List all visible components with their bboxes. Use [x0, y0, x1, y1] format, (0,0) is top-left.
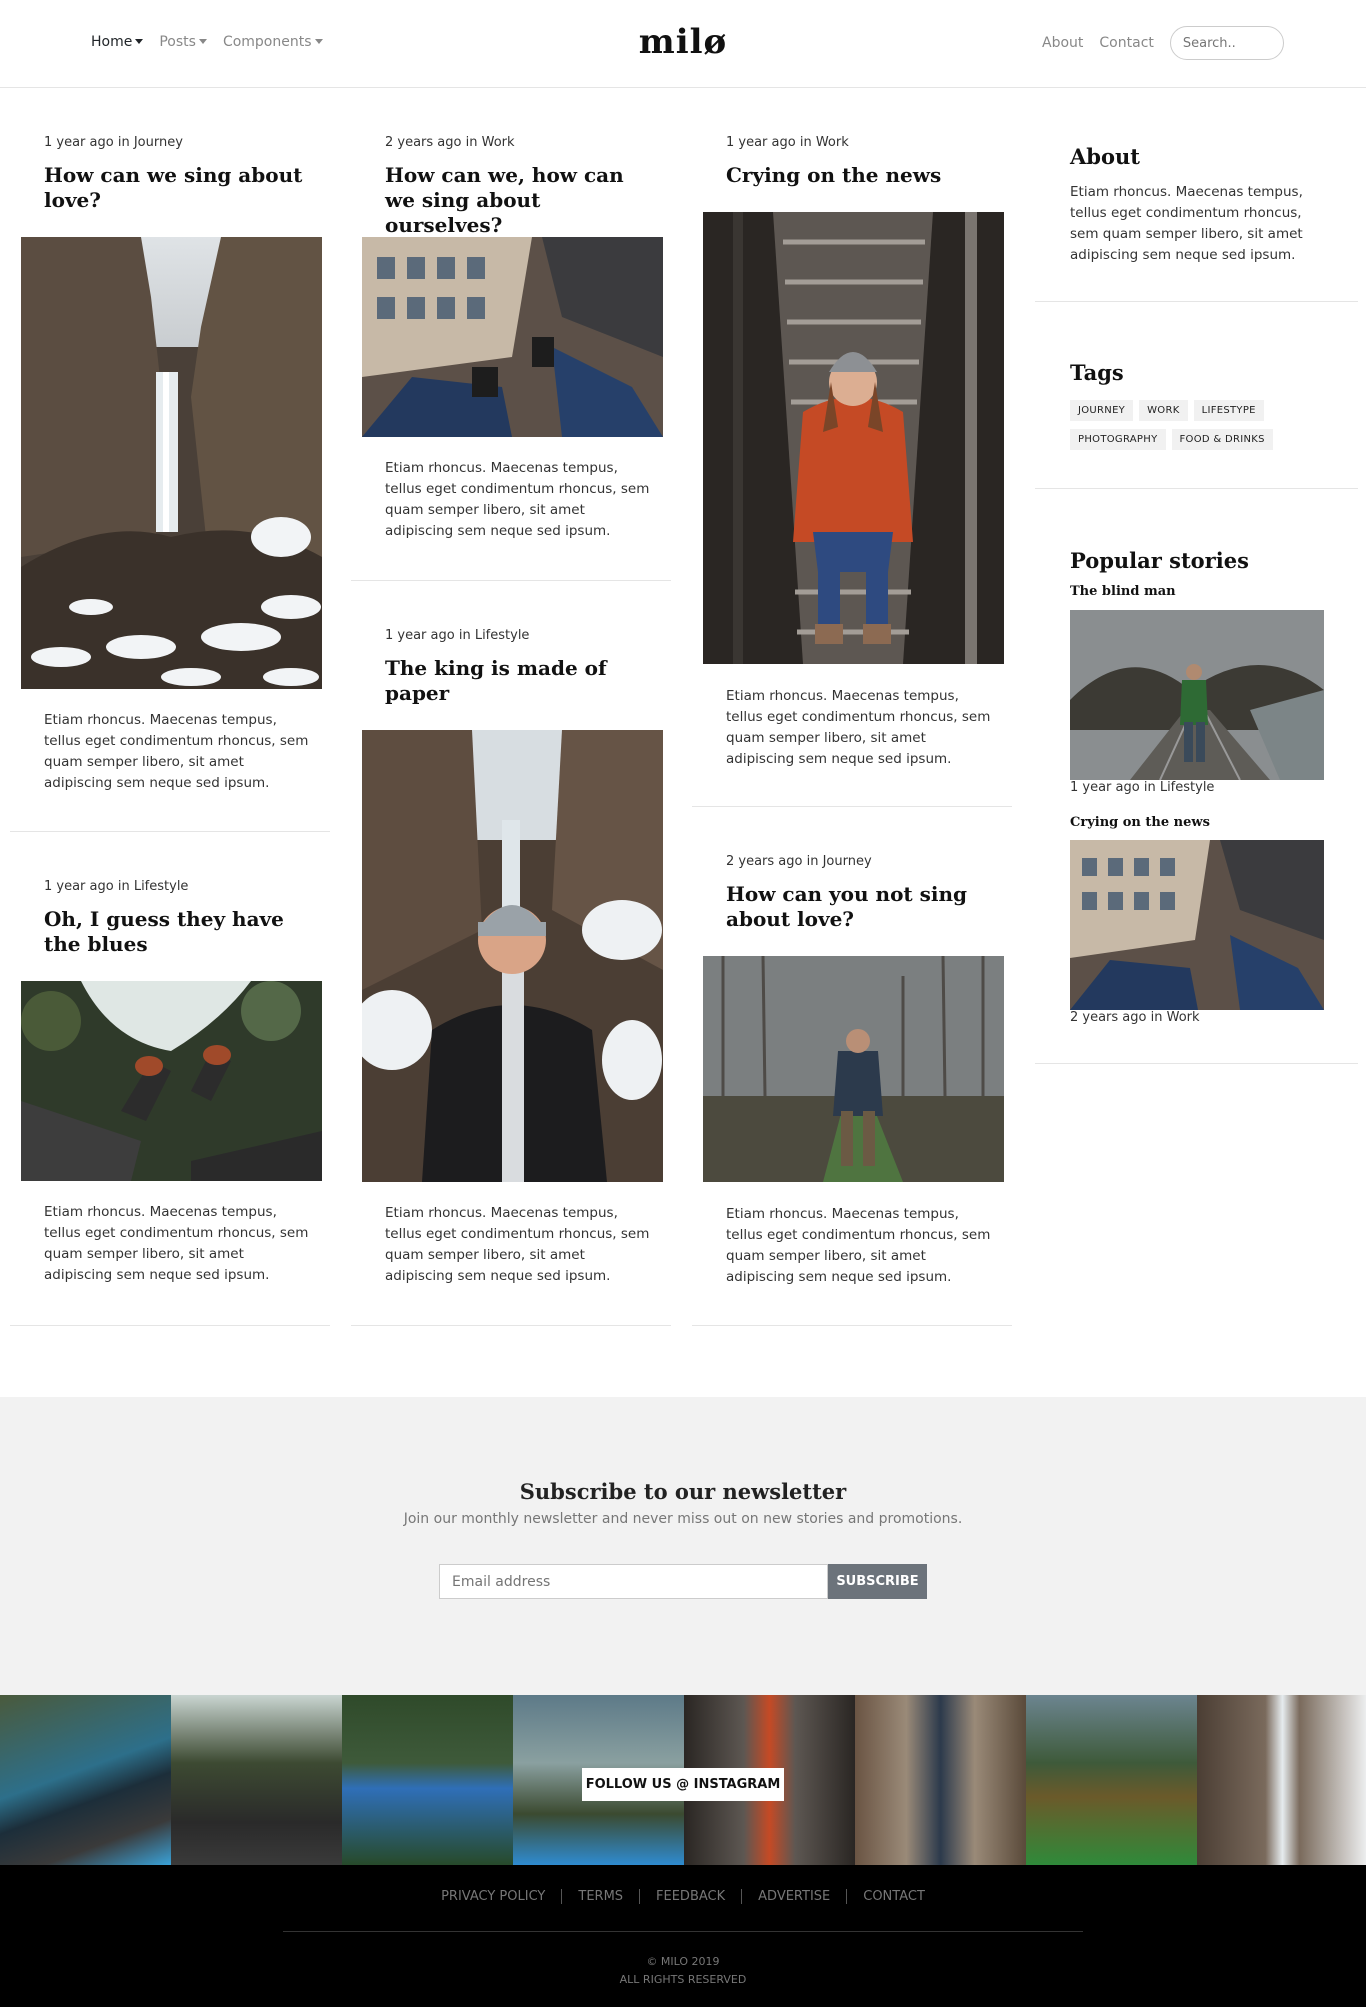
tag-lifestyle[interactable]: LIFESTYPE [1193, 400, 1264, 421]
footer: PRIVACY POLICY TERMS FEEDBACK ADVERTISE … [0, 1865, 1366, 2007]
email-input[interactable] [439, 1564, 828, 1599]
instagram-photo[interactable] [1197, 1695, 1366, 1865]
post-meta: 1 year ago in Journey [44, 135, 183, 150]
instagram-photo[interactable] [171, 1695, 342, 1865]
post-image-girl-stairs[interactable] [703, 212, 1004, 664]
post-meta: 2 years ago in Work [385, 135, 515, 150]
post-card[interactable]: 1 year ago in Work Crying on the news Et… [692, 88, 1012, 807]
footer-divider [283, 1931, 1083, 1932]
popular-story-image-railway[interactable] [1070, 610, 1324, 780]
footer-link-terms[interactable]: TERMS [562, 1889, 641, 1904]
newsletter-subtitle: Join our monthly newsletter and never mi… [403, 1511, 963, 1527]
post-excerpt: Etiam rhoncus. Maecenas tempus, tellus e… [726, 1206, 991, 1285]
post-image-legs-building[interactable] [362, 237, 663, 437]
popular-story-meta: 2 years ago in Work [1070, 1010, 1200, 1025]
footer-copyright: © MILO 2019 [646, 1955, 720, 1968]
nav-right: About Contact [1042, 26, 1284, 60]
popular-heading: Popular stories [1070, 548, 1249, 573]
instagram-photo[interactable] [855, 1695, 1026, 1865]
post-excerpt: Etiam rhoncus. Maecenas tempus, tellus e… [385, 1205, 650, 1284]
top-navbar: Home Posts Components milø About Contact [0, 0, 1366, 88]
tag-food-drinks[interactable]: FOOD & DRINKS [1171, 429, 1273, 450]
post-card[interactable]: 1 year ago in Lifestyle Oh, I guess they… [10, 832, 330, 1326]
post-title[interactable]: Oh, I guess they have the blues [44, 907, 314, 957]
post-card[interactable]: 1 year ago in Lifestyle The king is made… [351, 581, 671, 1326]
divider [1035, 1063, 1358, 1064]
tag-list: JOURNEY WORK LIFESTYPE PHOTOGRAPHY FOOD & D… [1070, 398, 1300, 456]
tag-photography[interactable]: PHOTOGRAPHY [1070, 429, 1166, 450]
post-title[interactable]: How can we, how can we sing about oursel… [385, 163, 655, 238]
post-title[interactable]: How can we sing about love? [44, 163, 314, 213]
popular-story-title[interactable]: Crying on the news [1070, 815, 1210, 830]
subscribe-button[interactable]: SUBSCRIBE [828, 1564, 927, 1599]
post-card[interactable]: 2 years ago in Journey How can you not s… [692, 807, 1012, 1326]
post-image-waterfall[interactable] [21, 237, 322, 689]
post-card[interactable]: 1 year ago in Journey How can we sing ab… [10, 88, 330, 832]
post-excerpt: Etiam rhoncus. Maecenas tempus, tellus e… [385, 460, 650, 539]
popular-story-image-legs-building[interactable] [1070, 840, 1324, 1010]
about-text: Etiam rhoncus. Maecenas tempus, tellus e… [1070, 184, 1303, 263]
footer-link-privacy[interactable]: PRIVACY POLICY [425, 1889, 563, 1904]
footer-links: PRIVACY POLICY TERMS FEEDBACK ADVERTISE … [0, 1889, 1366, 1904]
footer-rights: ALL RIGHTS RESERVED [619, 1973, 747, 1986]
post-meta: 1 year ago in Lifestyle [44, 879, 189, 894]
nav-about[interactable]: About [1042, 35, 1083, 51]
divider [1035, 488, 1358, 489]
popular-story-meta: 1 year ago in Lifestyle [1070, 780, 1215, 795]
follow-instagram-button[interactable]: FOLLOW US @ INSTAGRAM [582, 1768, 784, 1801]
post-title[interactable]: How can you not sing about love? [726, 882, 996, 932]
post-excerpt: Etiam rhoncus. Maecenas tempus, tellus e… [44, 1204, 309, 1283]
footer-link-advertise[interactable]: ADVERTISE [742, 1889, 848, 1904]
tag-journey[interactable]: JOURNEY [1070, 400, 1134, 421]
newsletter-section: Subscribe to our newsletter Join our mon… [0, 1397, 1366, 1695]
newsletter-title: Subscribe to our newsletter [519, 1479, 847, 1504]
instagram-photo[interactable] [342, 1695, 513, 1865]
post-image-feet-river[interactable] [21, 981, 322, 1181]
footer-link-contact[interactable]: CONTACT [847, 1889, 941, 1904]
popular-story-title[interactable]: The blind man [1070, 584, 1176, 599]
instagram-photo[interactable] [1026, 1695, 1197, 1865]
post-title[interactable]: The king is made of paper [385, 656, 655, 706]
tag-work[interactable]: WORK [1139, 400, 1188, 421]
post-excerpt: Etiam rhoncus. Maecenas tempus, tellus e… [44, 712, 309, 791]
post-meta: 2 years ago in Journey [726, 854, 872, 869]
post-excerpt: Etiam rhoncus. Maecenas tempus, tellus e… [726, 688, 991, 767]
divider [1035, 301, 1358, 302]
post-image-hiker-forest[interactable] [703, 956, 1004, 1182]
instagram-photo[interactable] [0, 1695, 171, 1865]
nav-contact[interactable]: Contact [1099, 35, 1153, 51]
post-card[interactable]: 2 years ago in Work How can we, how can … [351, 88, 671, 581]
instagram-strip: FOLLOW US @ INSTAGRAM [0, 1695, 1366, 1865]
tags-heading: Tags [1070, 360, 1124, 385]
about-heading: About [1070, 144, 1140, 169]
post-image-man-beanie[interactable] [362, 730, 663, 1182]
post-meta: 1 year ago in Lifestyle [385, 628, 530, 643]
search-input[interactable] [1169, 26, 1284, 60]
post-meta: 1 year ago in Work [726, 135, 849, 150]
post-title[interactable]: Crying on the news [726, 163, 996, 188]
footer-link-feedback[interactable]: FEEDBACK [640, 1889, 743, 1904]
